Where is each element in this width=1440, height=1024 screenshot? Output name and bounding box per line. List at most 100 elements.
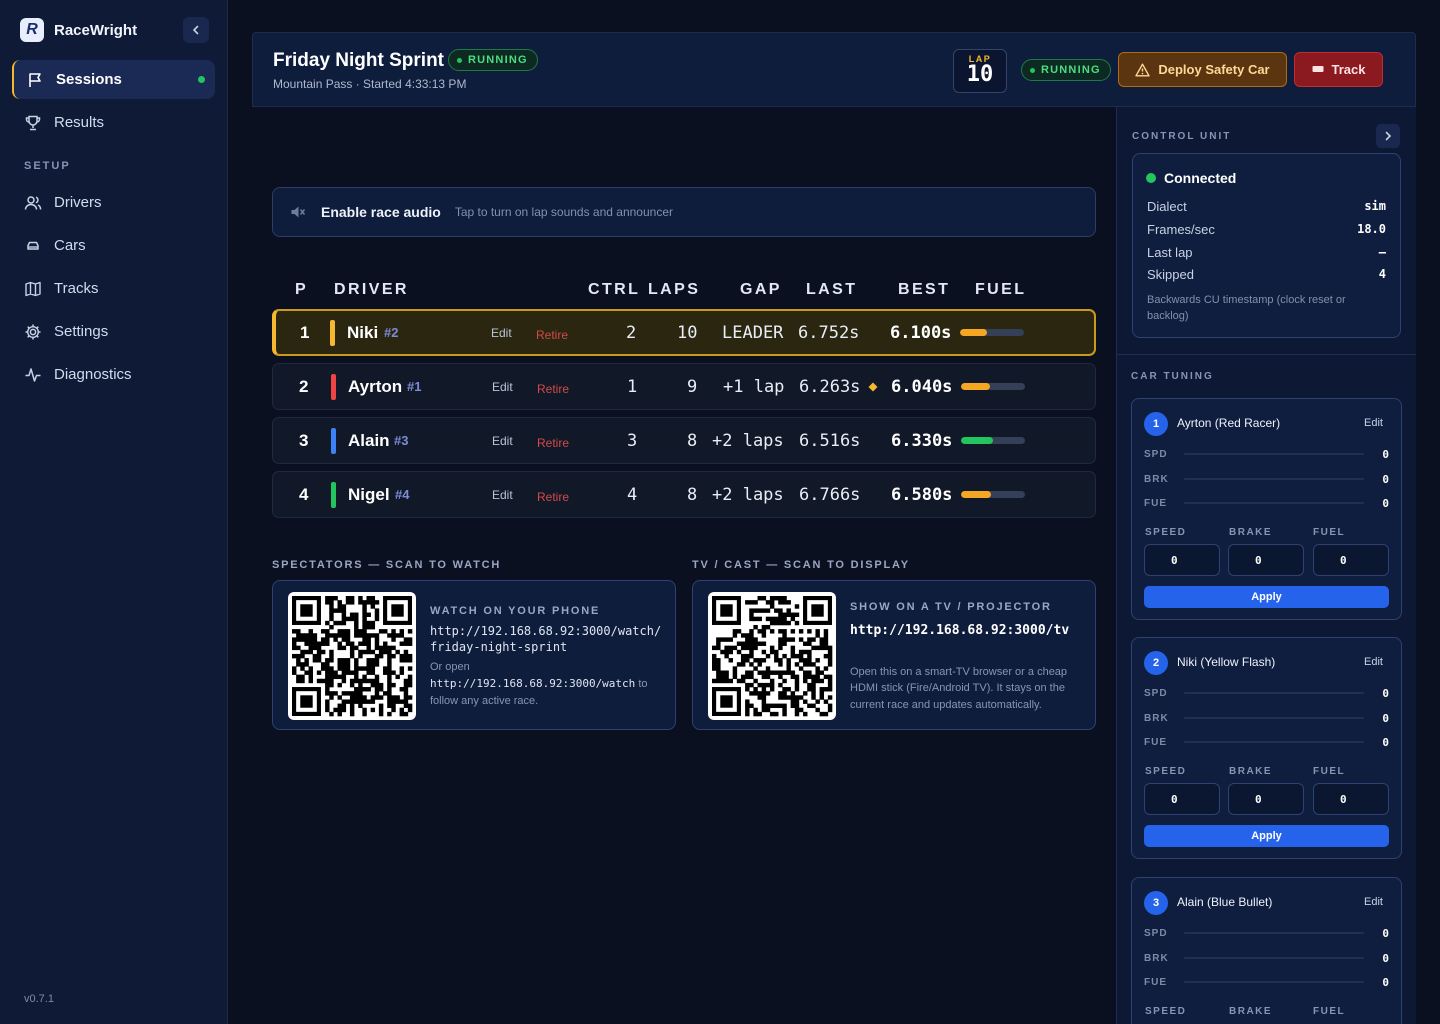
edit-driver-button[interactable]: Edit xyxy=(492,418,513,463)
cu-value: — xyxy=(1378,245,1386,259)
leaderboard-row[interactable]: 3 Alain #3 Edit Retire 3 8 +2 laps 6.516… xyxy=(272,417,1096,464)
sidebar-item-settings[interactable]: Settings xyxy=(12,312,215,351)
cu-key: Dialect xyxy=(1147,199,1187,214)
best-lap-value: 6.040s xyxy=(891,376,953,397)
sidebar-item-drivers[interactable]: Drivers xyxy=(12,183,215,222)
apply-button[interactable]: Apply xyxy=(1144,825,1389,847)
sidebar-item-cars[interactable]: Cars xyxy=(12,226,215,265)
retire-driver-button[interactable]: Retire xyxy=(536,313,568,356)
edit-car-button[interactable]: Edit xyxy=(1364,417,1383,429)
sidebar-item-label: Settings xyxy=(54,323,109,340)
car-slot-number: 3 xyxy=(1144,891,1168,915)
deploy-safety-car-label: Deploy Safety Car xyxy=(1158,62,1270,77)
cu-row-last-lap: Last lap — xyxy=(1147,245,1386,260)
gap-value: LEADER xyxy=(722,322,784,343)
car-color-bar xyxy=(331,427,336,454)
connection-status: Connected xyxy=(1164,170,1237,186)
status-badge: RUNNING xyxy=(448,49,538,71)
spectator-qr-code xyxy=(288,592,416,720)
fuel-fill xyxy=(961,437,993,444)
edit-driver-button[interactable]: Edit xyxy=(491,311,512,354)
collapse-sidebar-button[interactable] xyxy=(183,17,209,43)
tv-desc-line3: current race and updates automatically. xyxy=(850,699,1042,711)
brake-input[interactable]: 0 xyxy=(1228,783,1304,815)
leaderboard-row[interactable]: 2 Ayrton #1 Edit Retire 1 9 +1 lap 6.263… xyxy=(272,363,1096,410)
brake-input[interactable]: 0 xyxy=(1228,544,1304,576)
deploy-safety-car-button[interactable]: Deploy Safety Car xyxy=(1118,52,1287,87)
phone-heading: WATCH ON YOUR PHONE xyxy=(430,605,601,617)
edit-driver-button[interactable]: Edit xyxy=(492,472,513,517)
sidebar-item-sessions[interactable]: Sessions xyxy=(12,60,215,99)
retire-driver-button[interactable]: Retire xyxy=(537,366,569,411)
position: 1 xyxy=(300,322,310,342)
phone-watch-url[interactable]: http://192.168.68.92:3000/watch/friday-n… xyxy=(430,623,666,655)
tv-qr-code xyxy=(708,592,836,720)
red-flag-icon xyxy=(1312,65,1323,72)
stat-key: SPD xyxy=(1144,687,1168,699)
speed-input[interactable]: 0 xyxy=(1144,544,1220,576)
lap-value: 10 xyxy=(966,62,994,87)
apply-button[interactable]: Apply xyxy=(1144,586,1389,608)
app-version: v0.7.1 xyxy=(24,993,54,1005)
laps-value: 9 xyxy=(687,376,698,397)
best-lap-value: 6.330s xyxy=(891,430,953,451)
fuel-fill xyxy=(961,383,990,390)
leaderboard-row[interactable]: 4 Nigel #4 Edit Retire 4 8 +2 laps 6.766… xyxy=(272,471,1096,518)
retire-driver-button[interactable]: Retire xyxy=(537,420,569,465)
speed-label: SPEED xyxy=(1145,527,1187,538)
fuel-input[interactable]: 0 xyxy=(1313,783,1389,815)
position: 2 xyxy=(299,376,309,396)
stat-fuel: FUE 0 xyxy=(1144,496,1389,510)
sidebar-item-label: Results xyxy=(54,114,105,131)
stat-key: SPD xyxy=(1144,448,1168,460)
driver-name: Alain xyxy=(348,430,390,450)
tv-url[interactable]: http://192.168.68.92:3000/tv xyxy=(850,621,1086,641)
session-subtitle: Mountain Pass · Started 4:33:13 PM xyxy=(273,77,467,91)
sidebar-item-diagnostics[interactable]: Diagnostics xyxy=(12,355,215,394)
fuel-fill xyxy=(960,329,987,336)
activity-icon xyxy=(24,366,42,384)
fuel-bar xyxy=(961,491,1025,498)
sidebar-item-tracks[interactable]: Tracks xyxy=(12,269,215,308)
map-icon xyxy=(24,280,42,298)
users-icon xyxy=(24,194,42,212)
cu-value: sim xyxy=(1364,199,1386,213)
edit-car-button[interactable]: Edit xyxy=(1364,896,1383,908)
last-lap-value: 6.516s xyxy=(799,430,861,451)
panel-divider xyxy=(1116,354,1416,355)
stat-key: BRK xyxy=(1144,712,1169,724)
car-name: Alain (Blue Bullet) xyxy=(1177,895,1273,909)
watch-url[interactable]: http://192.168.68.92:3000/watch xyxy=(430,677,635,690)
col-header-position: P xyxy=(295,281,309,298)
spectators-label: SPECTATORS — SCAN TO WATCH xyxy=(272,559,502,571)
brand[interactable]: R RaceWright xyxy=(20,18,137,42)
speed-input[interactable]: 0 xyxy=(1144,783,1220,815)
col-header-gap: GAP xyxy=(740,281,782,298)
watch-url-line: http://192.168.68.92:3000/watch to xyxy=(430,676,648,692)
active-session-dot xyxy=(198,76,205,83)
tv-heading: SHOW ON A TV / PROJECTOR xyxy=(850,601,1052,613)
cu-key: Last lap xyxy=(1147,245,1193,260)
edit-car-button[interactable]: Edit xyxy=(1364,656,1383,668)
enable-audio-banner[interactable]: Enable race audio Tap to turn on lap sou… xyxy=(272,187,1096,237)
edit-driver-button[interactable]: Edit xyxy=(492,364,513,409)
car-slot-number: 2 xyxy=(1144,651,1168,675)
car-icon xyxy=(24,237,42,255)
best-lap-value: 6.580s xyxy=(891,484,953,505)
stat-key: BRK xyxy=(1144,952,1169,964)
sidebar-item-results[interactable]: Results xyxy=(12,103,215,142)
gap-value: +2 laps xyxy=(712,484,784,505)
track-call-button[interactable]: Track xyxy=(1294,52,1383,87)
fuel-input[interactable]: 0 xyxy=(1313,544,1389,576)
track-label: Track xyxy=(1331,62,1366,77)
audio-title: Enable race audio xyxy=(321,204,441,220)
connection-status-dot xyxy=(1146,173,1156,183)
retire-driver-button[interactable]: Retire xyxy=(537,474,569,519)
ctrl-value: 1 xyxy=(627,376,638,397)
car-name: Ayrton (Red Racer) xyxy=(1177,416,1281,430)
cu-row-dialect: Dialect sim xyxy=(1147,199,1386,214)
control-unit-expand-button[interactable] xyxy=(1376,124,1400,148)
car-color-bar xyxy=(331,481,336,508)
leaderboard-row[interactable]: 1 Niki #2 Edit Retire 2 10 LEADER 6.752s… xyxy=(272,309,1096,356)
fuel-fill xyxy=(961,491,992,498)
